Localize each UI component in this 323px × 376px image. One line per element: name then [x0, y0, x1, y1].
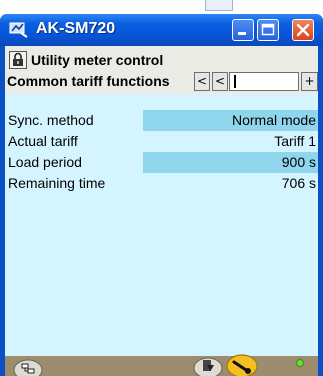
row-value: 706 s: [281, 175, 316, 191]
list-item[interactable]: Sync. method Normal mode: [5, 110, 318, 131]
row-value[interactable]: 900 s: [143, 152, 318, 173]
nav-value-field[interactable]: [229, 72, 299, 91]
list-item[interactable]: Remaining time 706 s: [5, 173, 318, 194]
top-tab: [205, 0, 233, 11]
title-bar[interactable]: AK-SM720: [0, 14, 323, 46]
window-title: AK-SM720: [36, 20, 116, 37]
wrench-icon[interactable]: [226, 354, 258, 376]
lock-icon[interactable]: [9, 51, 27, 69]
maximize-icon: [261, 23, 275, 36]
status-led-icon: [296, 359, 304, 367]
text-cursor: [234, 75, 236, 88]
close-icon: [296, 23, 310, 37]
row-value[interactable]: Normal mode: [143, 110, 318, 131]
row-label: Sync. method: [8, 112, 94, 128]
app-icon: [9, 22, 28, 38]
nav-label: Common tariff functions: [7, 73, 170, 89]
minimize-icon: [238, 32, 246, 35]
maximize-button[interactable]: [257, 19, 279, 41]
list-item[interactable]: Actual tariff Tariff 1: [5, 131, 318, 152]
row-value: Tariff 1: [274, 133, 316, 149]
client-area: Utility meter control Common tariff func…: [5, 46, 318, 376]
row-label: Load period: [8, 154, 82, 170]
tree-icon[interactable]: [13, 358, 43, 376]
page-title: Utility meter control: [31, 52, 164, 68]
parameter-list: Sync. method Normal mode Actual tariff T…: [5, 94, 318, 356]
close-button[interactable]: [292, 19, 314, 41]
list-item[interactable]: Load period 900 s: [5, 152, 318, 173]
row-label: Remaining time: [8, 175, 106, 191]
header-panel: Utility meter control Common tariff func…: [5, 46, 318, 94]
download-icon[interactable]: [193, 356, 223, 376]
minimize-button[interactable]: [232, 19, 254, 41]
nav-first-button[interactable]: <: [194, 72, 210, 91]
bottom-toolbar: [5, 354, 318, 376]
nav-prev-button[interactable]: <: [212, 72, 228, 91]
nav-next-button[interactable]: +: [301, 72, 318, 91]
app-window: AK-SM720 Utility meter control Common ta…: [0, 14, 323, 376]
row-label: Actual tariff: [8, 133, 78, 149]
